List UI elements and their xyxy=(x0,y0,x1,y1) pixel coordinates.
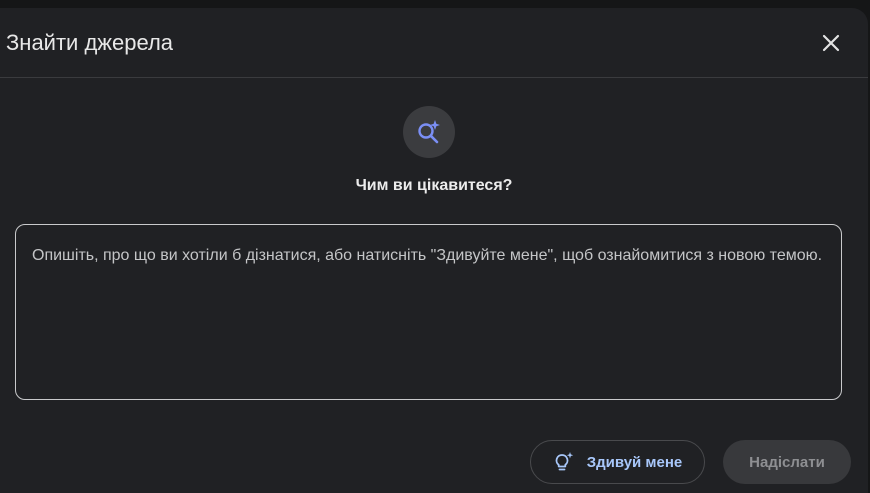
submit-button[interactable]: Надіслати xyxy=(723,440,851,484)
interest-question: Чим ви цікавитеся? xyxy=(355,177,513,194)
sparkle-search-icon xyxy=(418,120,440,144)
sparkle-search-icon-container xyxy=(403,106,455,158)
dialog-title: Знайти джерела xyxy=(6,30,174,55)
surprise-me-label: Здивуй мене xyxy=(586,453,683,471)
dialog-header: Знайти джерела xyxy=(0,8,868,78)
close-button[interactable] xyxy=(816,28,846,58)
topic-input-container xyxy=(15,224,842,400)
lightbulb-sparkle-icon xyxy=(555,452,573,471)
topic-input[interactable] xyxy=(16,225,841,399)
surprise-me-button[interactable]: Здивуй мене xyxy=(530,440,705,484)
discover-sources-dialog: Знайти джерела Чим ви цікавитеся? Здивуй… xyxy=(0,8,868,493)
close-icon xyxy=(822,34,840,52)
